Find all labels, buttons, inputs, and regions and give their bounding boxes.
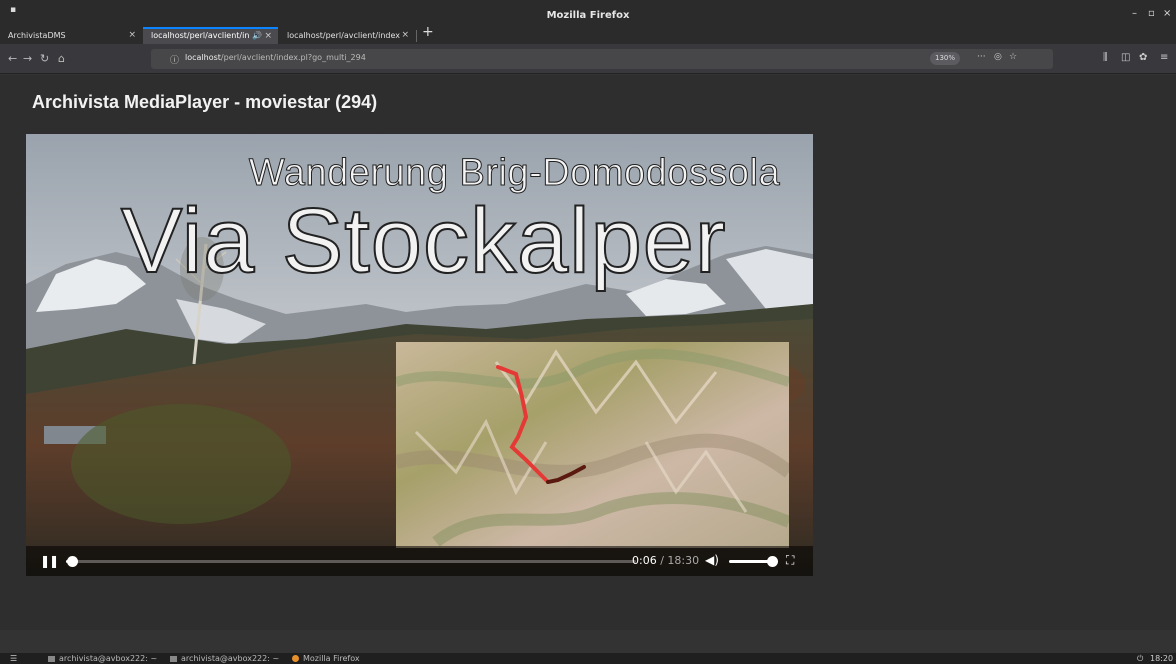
tab-avclient-active[interactable]: localhost/perl/avclient/in 🔊 × <box>143 27 278 44</box>
terminal-icon <box>170 655 177 662</box>
power-icon[interactable]: ⏻ <box>1137 653 1143 664</box>
bookmark-star-icon[interactable]: ☆ <box>1009 52 1017 62</box>
page-title: Archivista MediaPlayer - moviestar (294) <box>32 92 378 112</box>
time-display: 0:06 / 18:30 <box>632 554 699 567</box>
site-info-icon[interactable]: ⓘ <box>170 53 179 66</box>
volume-icon[interactable]: ◀) <box>705 553 719 567</box>
audio-playing-icon[interactable]: 🔊 <box>252 29 262 43</box>
terminal-icon <box>48 655 55 662</box>
pause-button[interactable]: ❚❚ <box>40 554 59 568</box>
tab-label: ArchivistaDMS <box>8 31 66 40</box>
duration: 18:30 <box>667 554 700 567</box>
hamburger-menu-icon[interactable]: ≡ <box>1160 52 1168 63</box>
tab-label: localhost/perl/avclient/index <box>287 31 401 40</box>
library-icon[interactable]: ⫼ <box>1103 52 1108 63</box>
firefox-icon <box>292 655 299 662</box>
pocket-icon[interactable]: ◎ <box>994 52 1002 62</box>
taskbar-item-terminal-2[interactable]: archivista@avbox222: ~ <box>170 653 279 664</box>
reload-icon[interactable]: ↻ <box>40 52 49 65</box>
url-path: /perl/avclient/index.pl?go_multi_294 <box>220 53 366 62</box>
page-content: Archivista MediaPlayer - moviestar (294) <box>0 75 1176 630</box>
maximize-icon[interactable]: ▫ <box>1148 8 1155 19</box>
video-controls: ❚❚ 0:06 / 18:30 ◀) ⛶ <box>26 546 813 576</box>
tab-avclient-2[interactable]: localhost/perl/avclient/index × <box>279 27 415 44</box>
close-window-icon[interactable]: × <box>1163 8 1171 19</box>
close-tab-icon[interactable]: × <box>264 29 272 43</box>
url-bar[interactable]: ⓘ localhost/perl/avclient/index.pl?go_mu… <box>151 49 1053 69</box>
video-overlay-title: Via Stockalper <box>120 189 727 293</box>
taskbar-item-label: archivista@avbox222: ~ <box>181 654 280 663</box>
taskbar-menu-icon[interactable]: ☰ <box>10 653 17 664</box>
taskbar-clock: 18:20 <box>1150 654 1174 663</box>
zoom-level-badge[interactable]: 130% <box>930 52 961 65</box>
window-title: Mozilla Firefox <box>546 10 630 21</box>
taskbar-item-firefox[interactable]: Mozilla Firefox <box>292 653 360 664</box>
new-tab-button[interactable]: + <box>422 24 434 40</box>
page-actions-icon[interactable]: ··· <box>977 52 986 62</box>
tab-separator <box>416 30 417 42</box>
current-time: 0:06 <box>632 554 657 567</box>
close-tab-icon[interactable]: × <box>128 27 136 44</box>
volume-slider[interactable] <box>729 556 778 567</box>
home-icon[interactable]: ⌂ <box>58 52 65 65</box>
route-map-inset <box>396 342 789 548</box>
taskbar-item-label: Mozilla Firefox <box>303 654 360 663</box>
sidebar-icon[interactable]: ◫ <box>1121 52 1130 63</box>
desktop: ▪ Mozilla Firefox – ▫ × ArchivistaDMS × … <box>0 0 1176 664</box>
volume-slider-thumb[interactable] <box>767 556 778 567</box>
close-tab-icon[interactable]: × <box>401 27 409 44</box>
nav-bar: ← → ↻ ⌂ ⓘ localhost/perl/avclient/index.… <box>0 44 1176 74</box>
forward-icon[interactable]: → <box>23 52 32 65</box>
minimize-icon[interactable]: – <box>1132 8 1137 19</box>
extension-icon[interactable]: ✿ <box>1139 52 1147 63</box>
seek-bar-thumb[interactable] <box>67 556 78 567</box>
taskbar: ☰ archivista@avbox222: ~ archivista@avbo… <box>0 653 1176 664</box>
url-text[interactable]: localhost/perl/avclient/index.pl?go_mult… <box>185 53 366 62</box>
fullscreen-icon[interactable]: ⛶ <box>786 553 794 568</box>
window-titlebar: ▪ Mozilla Firefox – ▫ × <box>0 0 1176 24</box>
tab-label: localhost/perl/avclient/in <box>151 31 250 40</box>
time-separator: / <box>656 554 668 567</box>
tab-strip: ArchivistaDMS × localhost/perl/avclient/… <box>0 24 1176 44</box>
seek-bar[interactable] <box>66 556 636 567</box>
taskbar-item-terminal-1[interactable]: archivista@avbox222: ~ <box>48 653 157 664</box>
back-icon[interactable]: ← <box>8 52 17 65</box>
taskbar-item-label: archivista@avbox222: ~ <box>59 654 158 663</box>
tab-archivistadms[interactable]: ArchivistaDMS × <box>0 27 142 44</box>
url-host: localhost <box>185 53 221 62</box>
video-player[interactable]: Wanderung Brig-Domodossola Via Stockalpe… <box>26 134 813 576</box>
